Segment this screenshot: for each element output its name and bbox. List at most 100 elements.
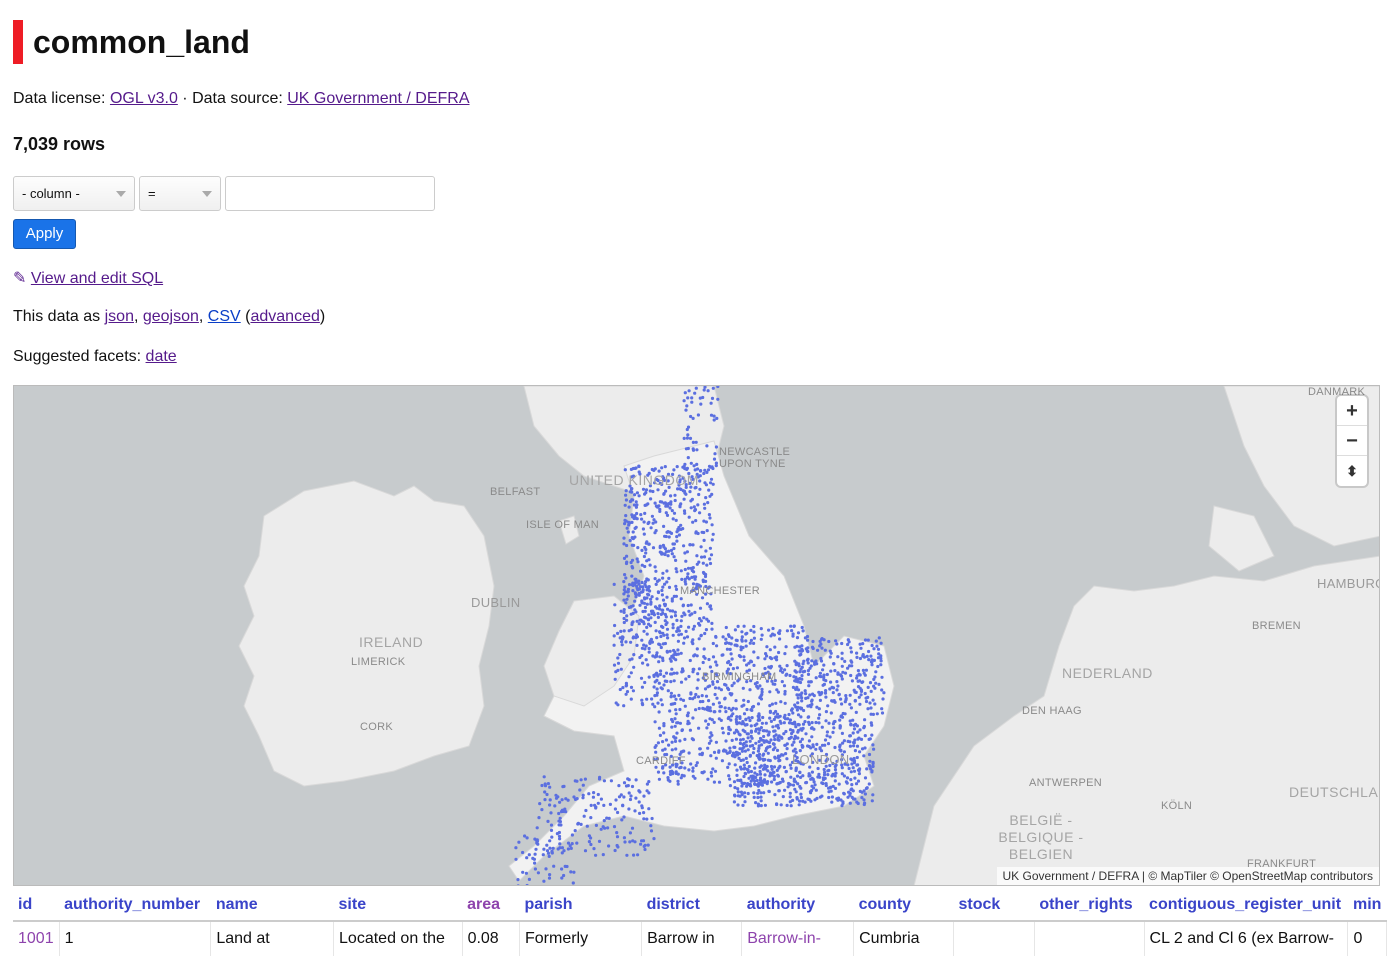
common-land-marker[interactable]	[814, 747, 818, 751]
common-land-marker[interactable]	[721, 731, 725, 735]
common-land-marker[interactable]	[800, 625, 804, 630]
common-land-marker[interactable]	[867, 649, 871, 654]
common-land-marker[interactable]	[860, 680, 864, 684]
common-land-marker[interactable]	[849, 770, 853, 774]
common-land-marker[interactable]	[763, 666, 767, 671]
common-land-marker[interactable]	[710, 538, 714, 542]
common-land-marker[interactable]	[527, 853, 531, 857]
common-land-marker[interactable]	[852, 769, 857, 773]
common-land-marker[interactable]	[792, 624, 796, 628]
common-land-marker[interactable]	[694, 440, 698, 444]
common-land-marker[interactable]	[766, 733, 770, 737]
common-land-marker[interactable]	[548, 846, 552, 850]
common-land-marker[interactable]	[757, 731, 761, 735]
common-land-marker[interactable]	[790, 629, 794, 633]
common-land-marker[interactable]	[776, 726, 781, 730]
common-land-marker[interactable]	[696, 672, 700, 676]
common-land-marker[interactable]	[752, 636, 757, 640]
common-land-marker[interactable]	[785, 747, 789, 751]
common-land-marker[interactable]	[821, 776, 826, 780]
common-land-marker[interactable]	[616, 810, 620, 815]
common-land-marker[interactable]	[637, 464, 641, 469]
common-land-marker[interactable]	[623, 840, 627, 844]
common-land-marker[interactable]	[644, 488, 649, 492]
common-land-marker[interactable]	[796, 696, 800, 700]
common-land-marker[interactable]	[556, 847, 560, 851]
common-land-marker[interactable]	[788, 791, 792, 795]
common-land-marker[interactable]	[822, 678, 826, 682]
common-land-marker[interactable]	[637, 579, 641, 583]
common-land-marker[interactable]	[661, 625, 665, 629]
common-land-marker[interactable]	[642, 532, 646, 536]
common-land-marker[interactable]	[645, 632, 649, 636]
common-land-marker[interactable]	[552, 864, 556, 868]
common-land-marker[interactable]	[679, 697, 683, 701]
common-land-marker[interactable]	[642, 629, 646, 633]
common-land-marker[interactable]	[676, 652, 681, 656]
common-land-marker[interactable]	[763, 773, 767, 777]
common-land-marker[interactable]	[631, 611, 635, 615]
common-land-marker[interactable]	[701, 395, 705, 400]
common-land-marker[interactable]	[688, 658, 692, 663]
common-land-marker[interactable]	[553, 804, 557, 808]
common-land-marker[interactable]	[638, 618, 642, 622]
common-land-marker[interactable]	[668, 772, 673, 776]
common-land-marker[interactable]	[762, 734, 766, 739]
common-land-marker[interactable]	[737, 732, 741, 736]
common-land-marker[interactable]	[860, 790, 864, 794]
common-land-marker[interactable]	[714, 756, 718, 760]
common-land-marker[interactable]	[558, 800, 562, 804]
common-land-marker[interactable]	[748, 688, 752, 692]
common-land-marker[interactable]	[575, 797, 579, 801]
common-land-marker[interactable]	[736, 803, 740, 807]
common-land-marker[interactable]	[748, 641, 752, 645]
common-land-marker[interactable]	[749, 628, 753, 632]
common-land-marker[interactable]	[548, 798, 552, 802]
common-land-marker[interactable]	[706, 722, 711, 726]
common-land-marker[interactable]	[798, 706, 802, 710]
common-land-marker[interactable]	[670, 509, 674, 513]
common-land-marker[interactable]	[831, 772, 835, 776]
common-land-marker[interactable]	[679, 527, 683, 531]
common-land-marker[interactable]	[849, 706, 854, 710]
common-land-marker[interactable]	[695, 554, 699, 558]
common-land-marker[interactable]	[840, 641, 844, 646]
common-land-marker[interactable]	[772, 777, 776, 782]
common-land-marker[interactable]	[873, 702, 877, 706]
common-land-marker[interactable]	[782, 684, 787, 688]
common-land-marker[interactable]	[662, 492, 666, 496]
common-land-marker[interactable]	[846, 642, 850, 647]
common-land-marker[interactable]	[714, 740, 719, 744]
common-land-marker[interactable]	[813, 660, 817, 664]
common-land-marker[interactable]	[691, 416, 695, 420]
common-land-marker[interactable]	[782, 721, 786, 725]
common-land-marker[interactable]	[690, 400, 694, 404]
common-land-marker[interactable]	[745, 732, 749, 736]
common-land-marker[interactable]	[549, 811, 553, 815]
common-land-marker[interactable]	[760, 633, 764, 637]
common-land-marker[interactable]	[743, 749, 748, 753]
common-land-marker[interactable]	[792, 740, 796, 744]
common-land-marker[interactable]	[675, 539, 679, 543]
common-land-marker[interactable]	[762, 791, 766, 795]
common-land-marker[interactable]	[627, 791, 631, 795]
common-land-marker[interactable]	[712, 457, 717, 461]
common-land-marker[interactable]	[642, 622, 646, 626]
common-land-marker[interactable]	[849, 646, 853, 650]
common-land-marker[interactable]	[690, 575, 694, 579]
common-land-marker[interactable]	[616, 703, 620, 707]
common-land-marker[interactable]	[862, 754, 866, 758]
common-land-marker[interactable]	[831, 730, 835, 734]
common-land-marker[interactable]	[674, 712, 678, 716]
common-land-marker[interactable]	[674, 708, 678, 712]
common-land-marker[interactable]	[669, 494, 673, 498]
common-land-marker[interactable]	[751, 751, 756, 755]
common-land-marker[interactable]	[872, 647, 876, 651]
common-land-marker[interactable]	[641, 661, 645, 665]
common-land-marker[interactable]	[562, 849, 566, 853]
common-land-marker[interactable]	[855, 655, 859, 659]
common-land-marker[interactable]	[679, 619, 683, 623]
common-land-marker[interactable]	[695, 686, 699, 690]
common-land-marker[interactable]	[672, 546, 676, 551]
common-land-marker[interactable]	[566, 847, 571, 851]
